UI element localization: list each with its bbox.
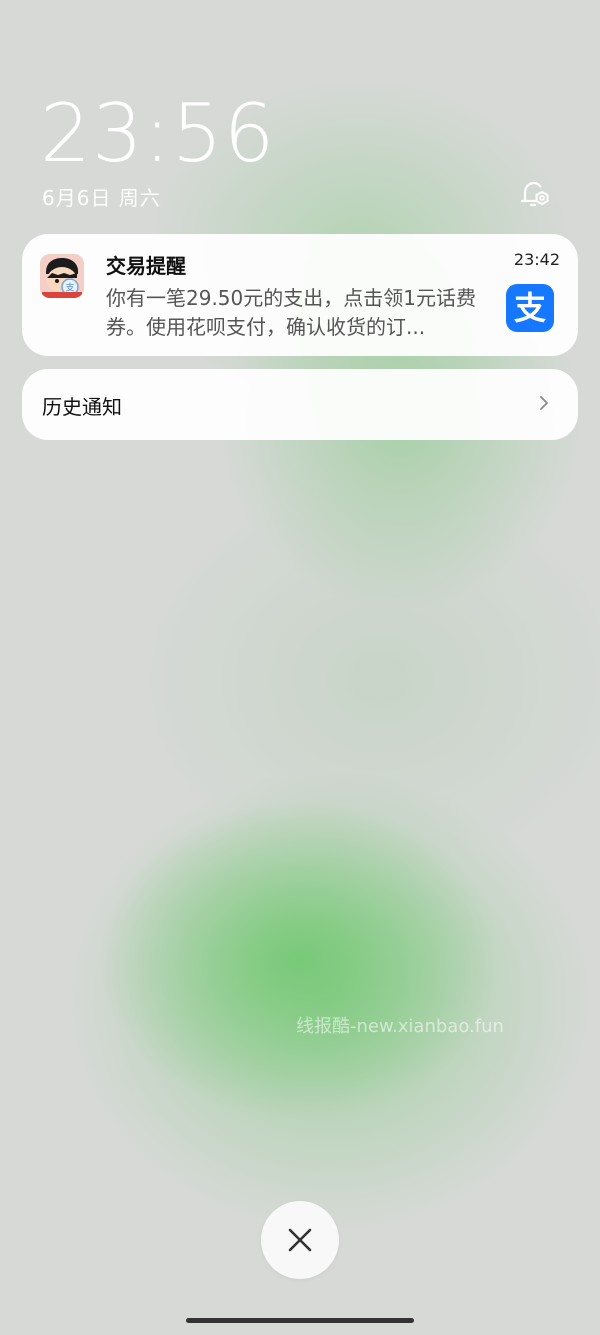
notification-time: 23:42 [513,250,560,269]
notification-body: 你有一笔29.50元的支出，点击领1元话费券。使用花呗支付，确认收货的订... [106,286,476,339]
home-indicator[interactable] [186,1318,414,1323]
lockscreen-clock: 23:56 [40,87,276,180]
history-label: 历史通知 [42,395,122,419]
close-icon [288,1228,312,1252]
avatar-cartoon-icon: 支 [40,254,84,298]
notification-title: 交易提醒 [106,254,186,278]
lockscreen-date: 6月6日 周六 [42,186,161,210]
chevron-right-icon [538,391,550,415]
svg-text:支: 支 [65,282,74,294]
alipay-icon: 支 [506,284,554,332]
watermark: 线报酷-new.xianbao.fun [296,1016,504,1037]
notification-card[interactable]: 支 交易提醒 23:42 你有一笔29.50元的支出，点击领1元话费券。使用花呗… [22,234,578,356]
notification-settings-icon[interactable] [517,177,553,213]
history-notifications-button[interactable]: 历史通知 [22,369,578,440]
close-button[interactable] [261,1201,339,1279]
